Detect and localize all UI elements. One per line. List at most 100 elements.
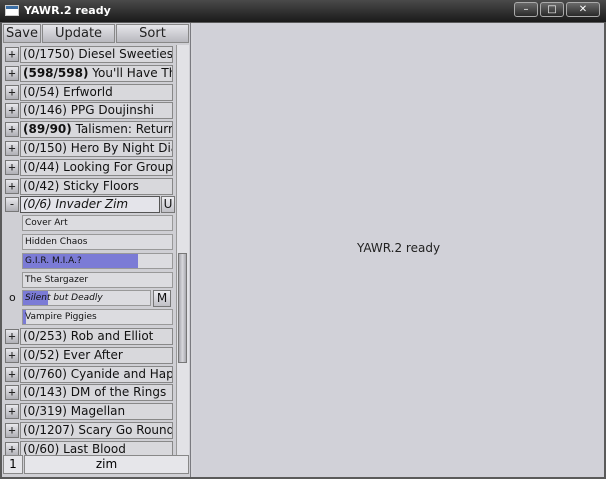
feed-row[interactable]: + (0/1750) Diesel Sweeties [3, 45, 175, 63]
collapse-toggle-button[interactable]: - [5, 197, 19, 212]
feed-row[interactable]: + (0/52) Ever After [3, 346, 175, 364]
feed-name: Hero By Night Dia [70, 141, 173, 155]
feed-count: (598/598) [23, 66, 89, 80]
feed-row[interactable]: + (0/44) Looking For Group [3, 158, 175, 176]
feed-title[interactable]: (0/253) Rob and Elliot [20, 328, 173, 345]
strip-title[interactable]: Cover Art [22, 215, 173, 231]
title-bar[interactable]: YAWR.2 ready – □ ✕ [0, 0, 606, 22]
feed-name: Scary Go Round [78, 423, 173, 437]
feed-row[interactable]: + (0/319) Magellan [3, 402, 175, 420]
strip-name: The Stargazer [25, 275, 89, 285]
feed-title[interactable]: (89/90) Talismen: Return [20, 121, 173, 138]
feed-title[interactable]: (0/60) Last Blood [20, 441, 173, 456]
feed-row[interactable]: + (89/90) Talismen: Return [3, 120, 175, 138]
feed-row[interactable]: +(598/598) You'll Have That [3, 64, 175, 82]
feed-row[interactable]: + (0/1207) Scary Go Round [3, 421, 175, 439]
feed-row[interactable]: + (0/42) Sticky Floors [3, 177, 175, 195]
feed-title[interactable]: (0/44) Looking For Group [20, 159, 173, 176]
update-button[interactable]: Update [42, 24, 115, 43]
expand-toggle-button[interactable]: + [5, 141, 19, 156]
feed-row[interactable]: + (0/54) Erfworld [3, 83, 175, 101]
feed-row[interactable]: + (0/760) Cyanide and Happ [3, 365, 175, 383]
status-message: YAWR.2 ready [356, 241, 441, 255]
expand-toggle-button[interactable]: + [5, 122, 19, 137]
app-window-icon [5, 5, 19, 16]
feed-name: Ever After [63, 348, 123, 362]
expand-toggle-button[interactable]: + [5, 329, 19, 344]
feed-name: Looking For Group [63, 160, 173, 174]
strip-title[interactable]: The Stargazer [22, 272, 173, 288]
feed-title[interactable]: (0/760) Cyanide and Happ [20, 366, 173, 383]
feed-title[interactable]: (0/1750) Diesel Sweeties [20, 46, 173, 63]
feed-name: DM of the Rings [70, 385, 167, 399]
strip-row[interactable]: Hidden Chaos [3, 233, 175, 251]
strip-row[interactable]: G.I.R. M.I.A.? [3, 252, 175, 270]
save-button[interactable]: Save [3, 24, 41, 43]
feed-count: (0/1750) [23, 47, 75, 61]
feed-title[interactable]: (0/42) Sticky Floors [20, 178, 173, 195]
expand-toggle-button[interactable]: + [5, 179, 19, 194]
mark-strip-button[interactable]: M [153, 290, 171, 307]
sort-button[interactable]: Sort [116, 24, 189, 43]
expand-toggle-button[interactable]: + [5, 442, 19, 456]
expand-toggle-button[interactable]: + [5, 103, 19, 118]
feed-list[interactable]: + (0/1750) Diesel Sweeties + (598/598) You'… [3, 45, 175, 456]
strip-name: G.I.R. M.I.A.? [25, 256, 82, 266]
feed-row[interactable]: + (0/146) PPG Doujinshi [3, 101, 175, 119]
feed-title[interactable]: (0/146) PPG Doujinshi [20, 102, 173, 119]
feed-row[interactable]: + (0/253) Rob and Elliot [3, 327, 175, 345]
feed-row[interactable]: + (0/150) Hero By Night Dia [3, 139, 175, 157]
expand-toggle-button[interactable]: + [5, 367, 19, 382]
update-feed-button[interactable]: U [161, 196, 175, 213]
feed-title[interactable]: (0/143) DM of the Rings [20, 384, 173, 401]
scrollbar-thumb[interactable] [178, 253, 187, 363]
feed-title[interactable]: (0/54) Erfworld [20, 84, 173, 101]
feed-name: Diesel Sweeties [78, 47, 173, 61]
feed-count: (0/143) [23, 385, 67, 399]
feed-name: You'll Have That [92, 66, 172, 80]
strip-name: Silent but Deadly [25, 293, 103, 303]
feed-count: (0/54) [23, 85, 60, 99]
feed-row[interactable]: + (0/60) Last Blood [3, 440, 175, 456]
expand-toggle-button[interactable]: + [5, 160, 19, 175]
feed-name: Invader Zim [55, 197, 129, 211]
feed-pane: Save Update Sort + (0/1750) Diesel Sweeti… [2, 23, 191, 477]
feed-count: (89/90) [23, 122, 72, 136]
strip-title[interactable]: Hidden Chaos [22, 234, 173, 250]
strip-row[interactable]: Cover Art [3, 214, 175, 232]
strip-row[interactable]: o Silent but Deadly M [3, 289, 175, 307]
feed-name: PPG Doujinshi [70, 103, 155, 117]
expand-toggle-button[interactable]: + [5, 66, 19, 81]
feed-name: Last Blood [63, 442, 126, 456]
close-button[interactable]: ✕ [566, 2, 600, 17]
strip-title[interactable]: Vampire Piggies [22, 309, 173, 325]
expand-toggle-button[interactable]: + [5, 348, 19, 363]
feed-row[interactable]: + (0/143) DM of the Rings [3, 383, 175, 401]
result-count: 1 [3, 455, 23, 474]
feed-title[interactable]: (598/598) You'll Have That [20, 65, 173, 82]
expand-toggle-button[interactable]: + [5, 385, 19, 400]
window-title: YAWR.2 ready [24, 4, 111, 17]
expand-toggle-button[interactable]: + [5, 423, 19, 438]
expand-toggle-button[interactable]: + [5, 404, 19, 419]
maximize-button[interactable]: □ [540, 2, 564, 17]
feed-title[interactable]: (0/319) Magellan [20, 403, 173, 420]
strip-title[interactable]: G.I.R. M.I.A.? [22, 253, 173, 269]
feed-count: (0/760) [23, 367, 67, 381]
toolbar: Save Update Sort [3, 24, 189, 43]
strip-row[interactable]: Vampire Piggies [3, 308, 175, 326]
expand-toggle-button[interactable]: + [5, 47, 19, 62]
expand-toggle-button[interactable]: + [5, 85, 19, 100]
feed-list-scrollbar[interactable] [176, 45, 189, 456]
filter-field[interactable]: zim [24, 455, 189, 474]
strip-title[interactable]: Silent but Deadly [22, 290, 151, 306]
feed-title[interactable]: (0/52) Ever After [20, 347, 173, 364]
strip-name: Vampire Piggies [25, 312, 97, 322]
feed-title[interactable]: (0/150) Hero By Night Dia [20, 140, 173, 157]
feed-name: Erfworld [63, 85, 113, 99]
feed-title[interactable]: (0/6) Invader Zim [20, 196, 160, 213]
strip-row[interactable]: The Stargazer [3, 271, 175, 289]
minimize-button[interactable]: – [514, 2, 538, 17]
feed-title[interactable]: (0/1207) Scary Go Round [20, 422, 173, 439]
feed-row-open[interactable]: - (0/6) Invader Zim U [3, 195, 175, 213]
